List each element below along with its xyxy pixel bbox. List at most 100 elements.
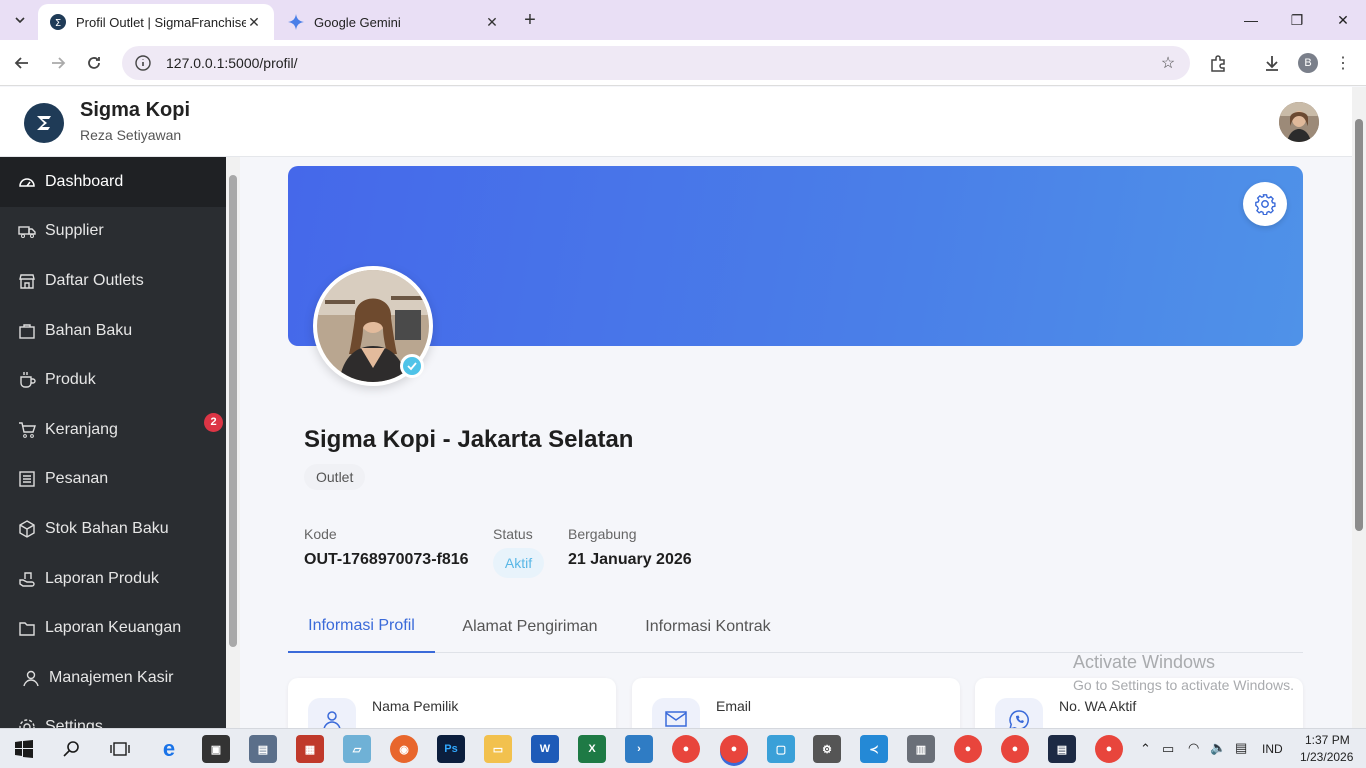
status-badge: Aktif xyxy=(493,548,544,578)
browser-tab-profil[interactable]: Σ Profil Outlet | SigmaFranchise ✕ xyxy=(38,4,274,40)
tray-chevron-up-icon[interactable]: ⌃ xyxy=(1140,741,1151,757)
chrome-profile-3-icon[interactable]: ● xyxy=(1001,735,1029,763)
edge-icon[interactable]: e xyxy=(155,735,183,763)
tab-title: Google Gemini xyxy=(314,14,401,30)
cover-settings-button[interactable] xyxy=(1243,182,1287,226)
powershell-icon[interactable]: › xyxy=(625,735,653,763)
truck-icon xyxy=(18,222,36,240)
profile-tabs: Informasi Profil Alamat Pengiriman Infor… xyxy=(288,600,1303,653)
reload-icon[interactable] xyxy=(81,50,107,76)
sidebar-item-label: Bahan Baku xyxy=(45,321,133,339)
sidebar-item-supplier[interactable]: Supplier xyxy=(0,207,226,257)
clock-date[interactable]: 1/23/2026 xyxy=(1300,750,1353,764)
svg-text:Σ: Σ xyxy=(55,18,61,29)
wifi-icon[interactable]: ◠ xyxy=(1188,740,1199,756)
notification-icon[interactable]: ▤ xyxy=(1235,740,1247,756)
forward-icon[interactable] xyxy=(45,50,71,76)
app-header: Sigma Kopi Reza Setiyawan xyxy=(0,87,1352,157)
sigma-logo-icon[interactable] xyxy=(24,103,64,143)
sidebar-item-dashboard[interactable]: Dashboard xyxy=(0,157,226,207)
sidebar-item-laporan-keuangan[interactable]: Laporan Keuangan xyxy=(0,603,226,653)
chrome-profile-4-icon[interactable]: ● xyxy=(1095,735,1123,763)
cube-icon xyxy=(18,520,36,538)
system-app-icon[interactable]: ▥ xyxy=(907,735,935,763)
battery-icon[interactable]: ▭ xyxy=(1162,741,1174,757)
sidebar-item-keranjang[interactable]: Keranjang 2 xyxy=(0,405,226,455)
bookmark-star-icon[interactable]: ☆ xyxy=(1155,50,1181,76)
sigma-favicon-icon: Σ xyxy=(50,14,66,30)
clock-time[interactable]: 1:37 PM xyxy=(1305,733,1350,747)
tab-alamat-pengiriman[interactable]: Alamat Pengiriman xyxy=(448,600,612,653)
gauge-icon xyxy=(18,173,36,191)
sidebar-item-produk[interactable]: Produk xyxy=(0,355,226,405)
sidebar-item-label: Manajemen Kasir xyxy=(49,668,174,686)
browser-tab-gemini[interactable]: Google Gemini ✕ xyxy=(276,4,512,40)
tab-search-dropdown[interactable] xyxy=(8,8,32,32)
sidebar-item-laporan-produk[interactable]: Laporan Produk xyxy=(0,554,226,604)
page-scroll-thumb[interactable] xyxy=(1355,119,1363,531)
mysql-icon[interactable]: ▤ xyxy=(1048,735,1076,763)
task-view-icon[interactable] xyxy=(106,735,134,763)
user-name: Reza Setiyawan xyxy=(80,127,182,143)
sidebar-item-label: Laporan Keuangan xyxy=(45,619,182,637)
tab-close-icon[interactable]: ✕ xyxy=(484,14,500,31)
excel-icon[interactable]: X xyxy=(578,735,606,763)
sidebar-item-stok-bahan-baku[interactable]: Stok Bahan Baku xyxy=(0,504,226,554)
new-tab-button[interactable]: + xyxy=(518,8,542,32)
store-icon xyxy=(18,272,36,290)
vscode-icon[interactable]: ≺ xyxy=(860,735,888,763)
card-label: Email xyxy=(716,698,752,714)
file-explorer-icon[interactable]: ▭ xyxy=(484,735,512,763)
chrome-icon[interactable]: ● xyxy=(672,735,700,763)
search-icon[interactable] xyxy=(58,735,86,763)
browser-profile-avatar[interactable]: B xyxy=(1298,53,1318,73)
sidebar-item-manajemen-kasir[interactable]: Manajemen Kasir xyxy=(0,653,226,703)
tab-informasi-profil[interactable]: Informasi Profil xyxy=(288,600,435,653)
sidebar-item-label: Supplier xyxy=(45,222,104,240)
user-avatar[interactable] xyxy=(1279,102,1319,142)
photoshop-icon[interactable]: Ps xyxy=(437,735,465,763)
sidebar-item-bahan-baku[interactable]: Bahan Baku xyxy=(0,306,226,356)
word-icon[interactable]: W xyxy=(531,735,559,763)
back-icon[interactable] xyxy=(9,50,35,76)
restore-button[interactable]: ❐ xyxy=(1274,0,1320,40)
bergabung-label: Bergabung xyxy=(568,526,637,542)
sidebar: Dashboard Supplier Daftar Outlets Bahan … xyxy=(0,157,226,728)
firefox-icon[interactable]: ◉ xyxy=(390,735,418,763)
volume-icon[interactable]: 🔈 xyxy=(1210,740,1226,756)
store-app-icon[interactable]: ▣ xyxy=(202,735,230,763)
pc-app-icon[interactable]: ▤ xyxy=(249,735,277,763)
extensions-icon[interactable] xyxy=(1205,50,1231,76)
sidebar-item-label: Laporan Produk xyxy=(45,569,159,587)
windows-taskbar: e ▣ ▤ ▦ ▱ ◉ Ps ▭ W X › ● ● ▢ ⚙ ≺ ▥ ● ● ▤… xyxy=(0,728,1366,768)
sidebar-item-settings[interactable]: Settings xyxy=(0,703,226,728)
page-scrollbar[interactable] xyxy=(1352,87,1366,728)
cup-icon xyxy=(18,371,36,389)
browser-toolbar: 127.0.0.1:5000/profil/ ☆ B ⋮ xyxy=(0,40,1366,86)
profile-cover-banner xyxy=(288,166,1303,346)
winrar-icon[interactable]: ▦ xyxy=(296,735,324,763)
notes-app-icon[interactable]: ▱ xyxy=(343,735,371,763)
network-app-icon[interactable]: ⚙ xyxy=(813,735,841,763)
chrome-profile-2-icon[interactable]: ● xyxy=(954,735,982,763)
download-icon[interactable] xyxy=(1259,50,1285,76)
address-bar[interactable]: 127.0.0.1:5000/profil/ xyxy=(122,46,1190,80)
remote-desktop-icon[interactable]: ▢ xyxy=(767,735,795,763)
site-info-icon[interactable] xyxy=(134,54,152,72)
language-indicator[interactable]: IND xyxy=(1262,742,1283,756)
brand-title: Sigma Kopi xyxy=(80,99,191,121)
sidebar-item-label: Stok Bahan Baku xyxy=(45,519,169,537)
browser-menu-icon[interactable]: ⋮ xyxy=(1330,50,1356,76)
sidebar-item-daftar-outlets[interactable]: Daftar Outlets xyxy=(0,256,226,306)
chrome-profile-b-icon[interactable]: ● xyxy=(720,735,748,763)
close-window-button[interactable]: ✕ xyxy=(1320,0,1366,40)
minimize-button[interactable]: — xyxy=(1228,0,1274,40)
tab-close-icon[interactable]: ✕ xyxy=(246,14,262,31)
windows-start-icon[interactable] xyxy=(10,735,38,763)
cart-count-badge: 2 xyxy=(204,412,223,432)
sidebar-scroll-thumb[interactable] xyxy=(229,175,237,647)
sidebar-item-pesanan[interactable]: Pesanan xyxy=(0,455,226,505)
kode-value: OUT-1768970073-f816 xyxy=(304,551,469,568)
sidebar-scrollbar[interactable] xyxy=(226,157,240,728)
tab-informasi-kontrak[interactable]: Informasi Kontrak xyxy=(628,600,788,653)
